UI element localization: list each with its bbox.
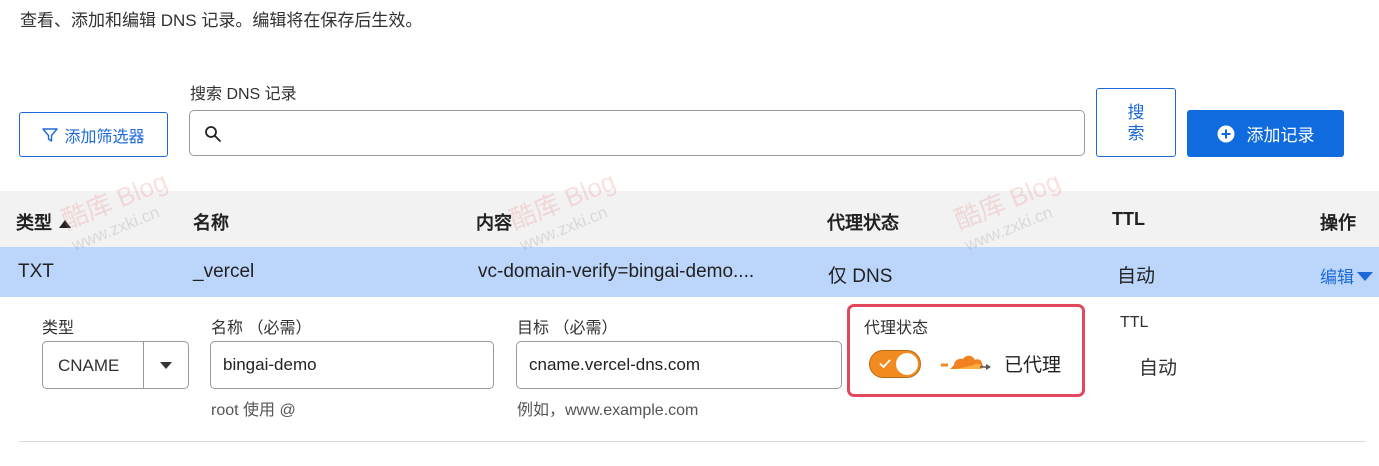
ttl-select[interactable]: 自动: [1139, 353, 1177, 380]
add-filter-label: 添加筛选器: [64, 128, 145, 146]
proxy-toggle[interactable]: [869, 350, 921, 378]
filter-icon: [42, 127, 59, 142]
caret-down-icon: [1357, 271, 1373, 281]
header-proxy-status[interactable]: 代理状态: [827, 209, 899, 235]
chevron-down-icon: [160, 361, 172, 369]
header-name[interactable]: 名称: [193, 209, 229, 235]
header-type-label: 类型: [16, 213, 52, 233]
header-type[interactable]: 类型: [16, 209, 72, 235]
cell-type: TXT: [18, 261, 54, 282]
cell-proxy-status: 仅 DNS: [828, 266, 893, 287]
search-button-label: 搜索: [1127, 102, 1145, 143]
search-input[interactable]: [234, 117, 1064, 149]
cell-ttl: 自动: [1117, 266, 1156, 287]
plus-circle-icon: [1217, 125, 1234, 142]
sort-up-icon: [59, 220, 71, 229]
header-content[interactable]: 内容: [476, 209, 512, 235]
type-select-value: CNAME: [58, 356, 120, 375]
proxy-status-text: 已代理: [1004, 355, 1062, 376]
search-field[interactable]: [189, 110, 1085, 156]
type-label: 类型: [42, 320, 75, 337]
cell-name: _vercel: [193, 261, 255, 282]
add-record-label: 添加记录: [1246, 126, 1315, 145]
page-description: 查看、添加和编辑 DNS 记录。编辑将在保存后生效。: [20, 11, 423, 30]
toggle-knob: [896, 353, 918, 375]
proxy-status-label: 代理状态: [864, 320, 929, 337]
target-label: 目标 （必需）: [517, 320, 618, 337]
header-actions: 操作: [1320, 213, 1356, 233]
search-icon: [205, 126, 221, 142]
search-label: 搜索 DNS 记录: [190, 86, 297, 103]
add-record-button[interactable]: 添加记录: [1187, 110, 1344, 157]
cell-content: vc-domain-verify=bingai-demo....: [478, 261, 755, 282]
add-filter-button[interactable]: 添加筛选器: [19, 112, 168, 157]
type-select[interactable]: CNAME: [42, 341, 189, 389]
table-row[interactable]: TXT _vercel vc-domain-verify=bingai-demo…: [0, 247, 1379, 297]
divider: [19, 441, 1366, 442]
target-input[interactable]: [516, 341, 842, 389]
edit-button[interactable]: 编辑: [1320, 263, 1374, 288]
target-hint: 例如，www.example.com: [517, 402, 699, 419]
name-hint: root 使用 @: [211, 402, 296, 419]
type-select-arrow[interactable]: [143, 342, 188, 388]
header-ttl[interactable]: TTL: [1112, 209, 1145, 230]
name-label: 名称 （必需）: [211, 320, 312, 337]
check-icon: [879, 359, 891, 368]
search-button[interactable]: 搜索: [1096, 88, 1176, 157]
table-header: 类型 名称 内容 代理状态 TTL 操作: [0, 191, 1379, 247]
ttl-label: TTL: [1120, 314, 1149, 331]
cloud-icon: [941, 355, 991, 370]
edit-label: 编辑: [1320, 268, 1354, 287]
name-input[interactable]: [210, 341, 494, 389]
